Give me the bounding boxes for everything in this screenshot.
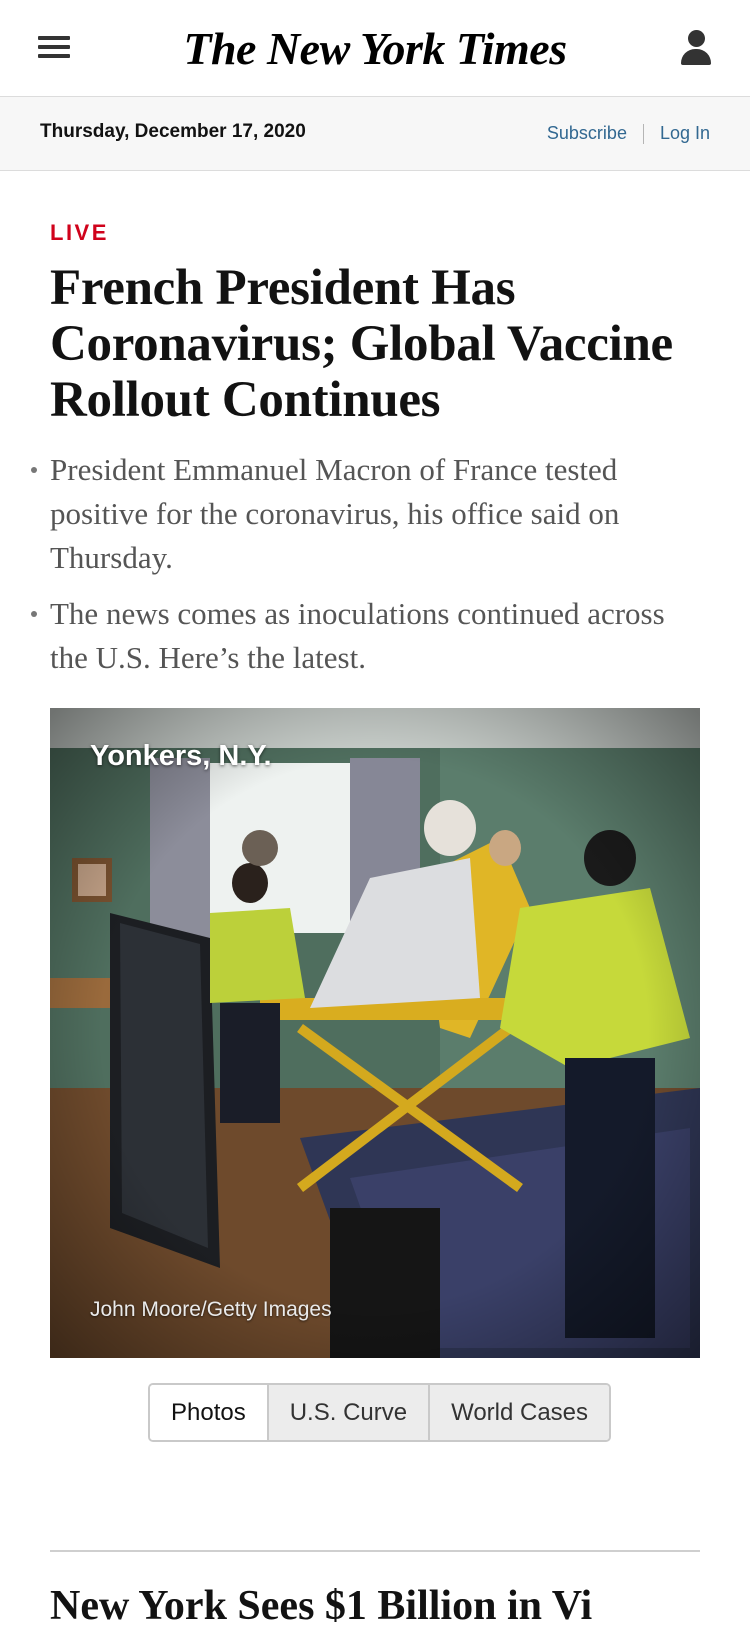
link-divider — [642, 123, 644, 144]
photo-illustration — [50, 708, 700, 1358]
current-date: Thursday, December 17, 2020 — [40, 121, 306, 142]
photo-credit: John Moore/Getty Images — [90, 1298, 332, 1321]
summary-text: The news comes as inoculations continued… — [50, 596, 665, 675]
bullet-dot — [31, 467, 37, 473]
summary-text: President Emmanuel Macron of France test… — [50, 452, 620, 575]
masthead: The New York Times — [0, 0, 750, 97]
live-label: LIVE — [50, 220, 109, 245]
user-account-icon[interactable] — [680, 30, 712, 68]
summary-item: President Emmanuel Macron of France test… — [31, 448, 710, 580]
login-link[interactable]: Log In — [660, 123, 710, 144]
section-divider — [50, 1550, 700, 1552]
photo-location-caption: Yonkers, N.Y. — [90, 740, 272, 772]
media-tab-group: Photos U.S. Curve World Cases — [148, 1383, 612, 1442]
subscribe-link[interactable]: Subscribe — [547, 123, 627, 144]
summary-item: The news comes as inoculations continued… — [31, 592, 710, 680]
tab-photos[interactable]: Photos — [150, 1385, 267, 1440]
article-summary-list: President Emmanuel Macron of France test… — [31, 448, 710, 692]
lead-photo[interactable]: Yonkers, N.Y. John Moore/Getty Images — [50, 708, 700, 1358]
article-headline[interactable]: French President Has Coronavirus; Global… — [50, 260, 710, 428]
date-bar: Thursday, December 17, 2020 Subscribe Lo… — [0, 97, 750, 171]
bullet-dot — [31, 611, 37, 617]
tab-us-curve[interactable]: U.S. Curve — [266, 1385, 429, 1440]
nyt-logo[interactable]: The New York Times — [0, 22, 750, 75]
auth-links: Subscribe Log In — [547, 123, 710, 144]
tab-world-cases[interactable]: World Cases — [428, 1385, 610, 1440]
next-story-headline[interactable]: New York Sees $1 Billion in Vi — [50, 1582, 750, 1630]
